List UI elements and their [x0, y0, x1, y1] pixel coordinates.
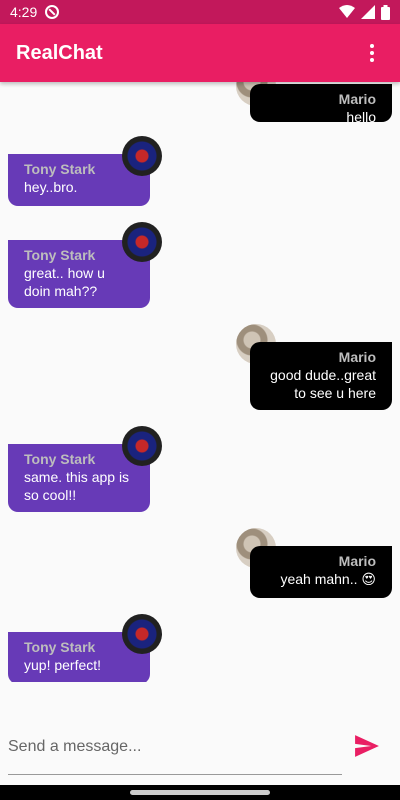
wifi-icon	[339, 5, 355, 18]
menu-dot	[370, 44, 374, 48]
message-text: yeah mahn.. 😍	[280, 571, 376, 587]
tony-avatar	[122, 222, 162, 262]
menu-dot	[370, 51, 374, 55]
chat-message-list[interactable]: Mario hello Tony Stark hey..bro. Tony St…	[0, 82, 400, 682]
message-sender: Tony Stark	[24, 639, 96, 655]
message-sender: Mario	[338, 553, 376, 569]
message-text: hello	[346, 109, 376, 125]
send-icon[interactable]	[354, 734, 380, 758]
message-composer	[0, 720, 400, 776]
message-sender: Tony Stark	[24, 161, 96, 177]
tony-avatar	[122, 614, 162, 654]
status-time: 4:29	[10, 4, 38, 20]
message-sender: Mario	[338, 349, 376, 365]
message-text: same. this app is so cool!!	[24, 469, 130, 503]
status-icons	[339, 4, 390, 20]
message-text: good dude..great to see u here	[270, 367, 376, 401]
message-sender: Mario	[338, 91, 376, 107]
message-input[interactable]	[8, 730, 342, 764]
home-handle[interactable]	[130, 790, 270, 795]
no-disturb-icon	[45, 5, 60, 19]
tony-avatar	[122, 136, 162, 176]
input-underline	[8, 774, 342, 775]
message-bubble: Mario yeah mahn.. 😍	[250, 546, 392, 598]
system-nav-bar	[0, 785, 400, 800]
more-vert-icon[interactable]	[360, 38, 384, 68]
app-title: RealChat	[16, 41, 103, 64]
status-bar: 4:29	[0, 0, 400, 24]
signal-icon	[361, 5, 375, 19]
message-sender: Tony Stark	[24, 247, 96, 263]
message-bubble: Mario good dude..great to see u here	[250, 342, 392, 410]
message-text: hey..bro.	[24, 179, 78, 195]
message-text: yup! perfect!	[24, 657, 102, 673]
menu-dot	[370, 58, 374, 62]
message-text: great.. how u doin mah??	[24, 265, 105, 299]
app-bar: RealChat	[0, 24, 400, 82]
message-sender: Tony Stark	[24, 451, 96, 467]
tony-avatar	[122, 426, 162, 466]
battery-icon	[381, 4, 390, 20]
message-bubble: Mario hello	[250, 84, 392, 125]
